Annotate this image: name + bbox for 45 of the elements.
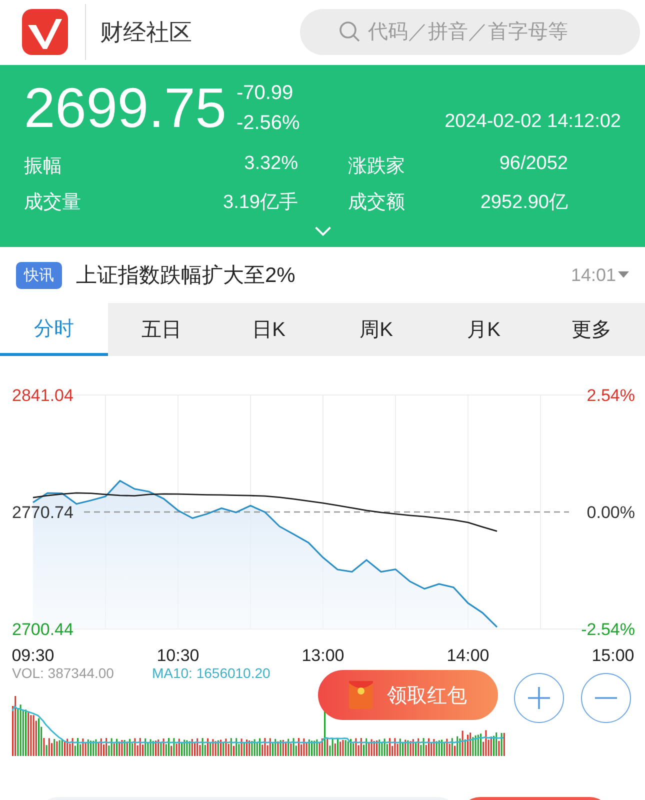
axis-label: 09:30 [12,646,54,665]
news-time: 14:01 [570,264,616,286]
news-headline[interactable]: 上证指数跌幅扩大至2% [76,261,296,289]
stat-label: 振幅 [24,155,63,179]
index-price: 2699.75 [24,77,226,139]
axis-label: 15:00 [592,646,634,665]
search-field[interactable]: 代码／拼音／首字母等 [300,9,640,55]
chart-tab[interactable]: 五日 [108,303,215,356]
axis-label: -2.54% [581,620,635,639]
envelope-icon [349,681,373,709]
timestamp: 2024-02-02 14:12:02 [444,111,621,133]
stat-label: 成交量 [24,191,82,215]
stat-value: 96/2052 [498,153,568,176]
page-title: 财经社区 [100,18,192,46]
percent-change: -2.56% [236,111,300,136]
axis-label: 2770.74 [12,503,74,522]
axis-label: 13:00 [302,646,344,665]
axis-label: 2700.44 [12,620,74,639]
ma10-label: MA10: 1656010.20 [152,665,270,681]
stat-value: 2952.90亿 [479,191,568,215]
expand-chevron-icon[interactable] [314,225,332,237]
chart-tab[interactable]: 月K [430,303,538,356]
axis-label: 10:30 [156,646,200,665]
caret-icon[interactable] [618,271,629,279]
axis-label: 0.00% [586,503,635,522]
stat-value: 3.32% [243,153,298,176]
news-badge: 快讯 [16,262,62,288]
minus-icon [595,697,617,699]
chart-tab[interactable]: 周K [322,303,430,356]
chart-tab[interactable]: 更多 [538,303,645,356]
stat-value: 3.19亿手 [222,191,298,215]
plus-icon [528,687,550,709]
zoom-out-button[interactable] [581,673,631,723]
zoom-in-button[interactable] [514,673,564,723]
axis-label: 2.54% [586,386,635,405]
chart-tab[interactable]: 日K [215,303,322,356]
stat-label: 涨跌家 [348,155,406,179]
chart-tab[interactable]: 分时 [0,303,108,356]
search-icon [338,20,362,44]
app-logo [22,9,68,55]
axis-label: 14:00 [446,646,490,665]
price-change: -70.99 [236,81,294,106]
axis-label: 2841.04 [12,386,74,405]
volume-label: VOL: 387344.00 [12,665,114,681]
stat-label: 成交额 [348,191,406,215]
